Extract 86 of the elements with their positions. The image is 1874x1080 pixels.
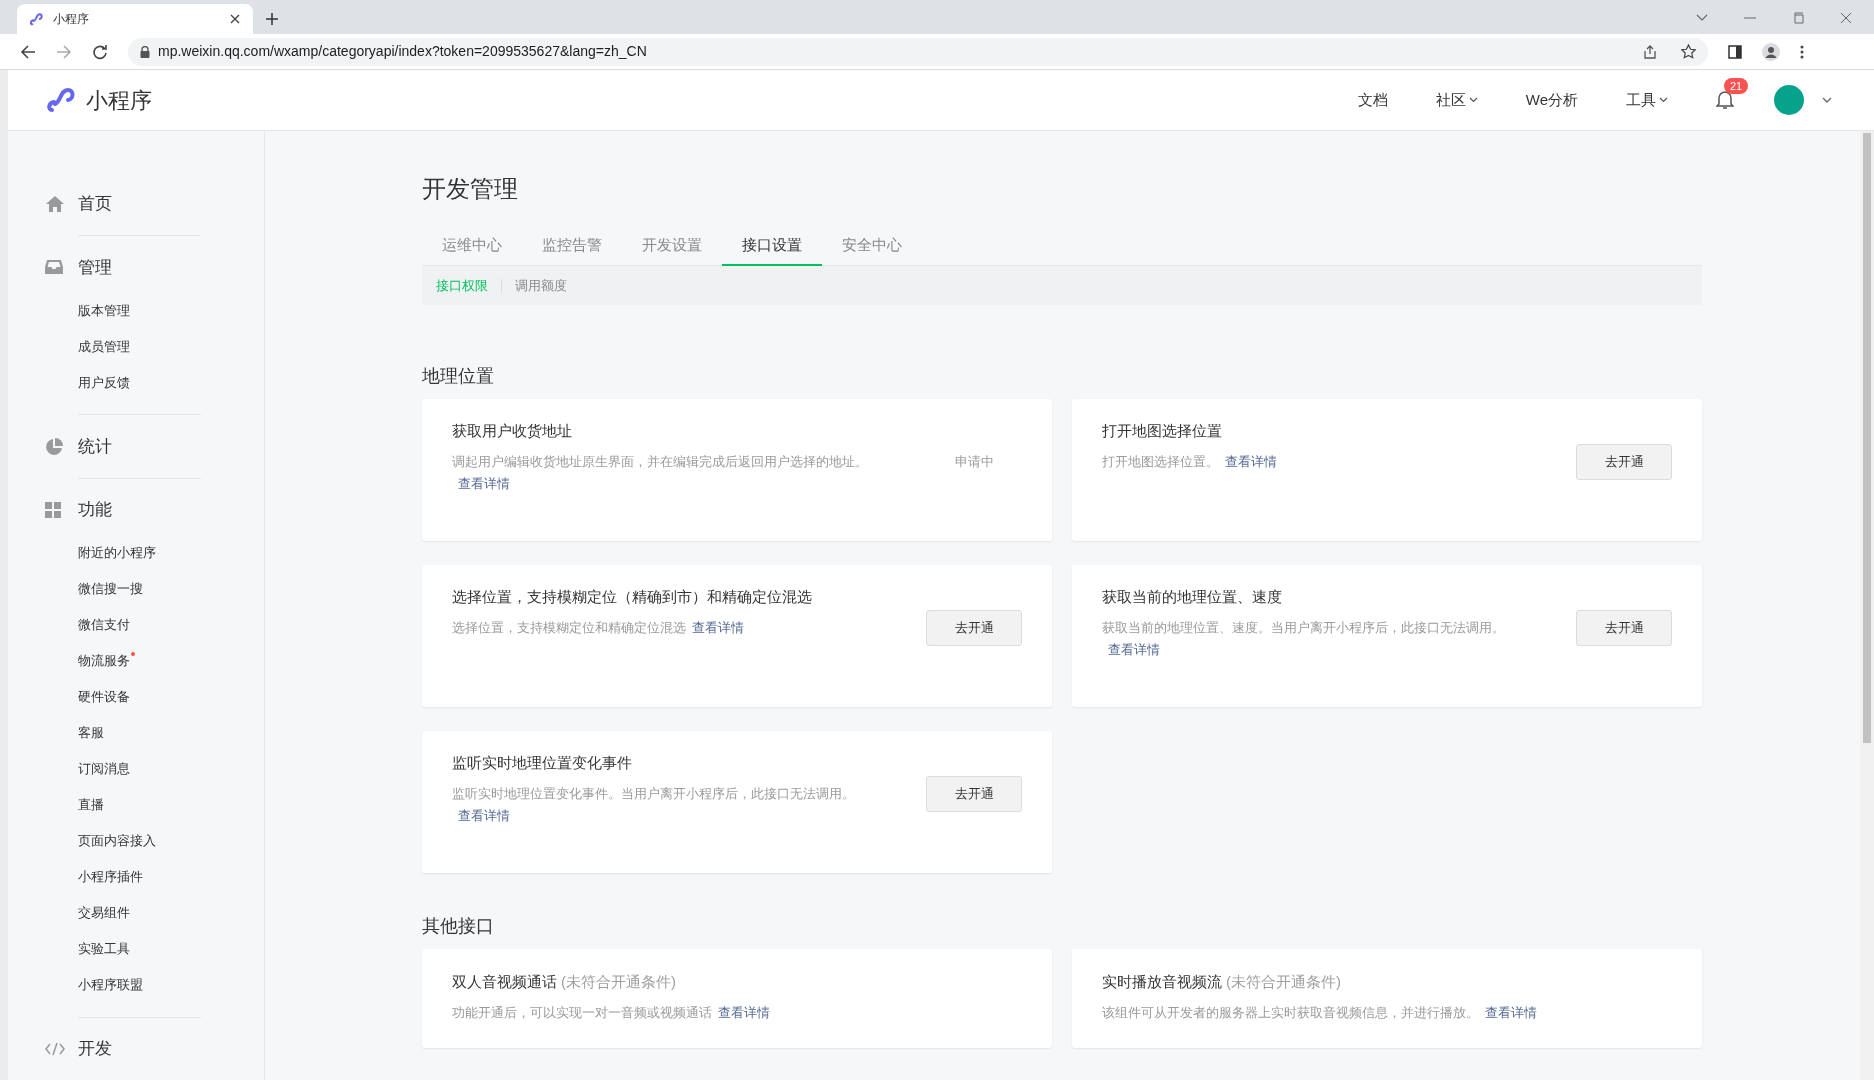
sidebar-section[interactable]: 首页 — [45, 190, 264, 219]
close-icon[interactable] — [1840, 12, 1852, 24]
star-icon[interactable] — [1681, 44, 1696, 59]
grid-icon — [45, 501, 61, 518]
code-icon — [45, 1041, 65, 1056]
details-link[interactable]: 查看详情 — [1108, 641, 1160, 657]
sidebar-item[interactable]: 实验工具 — [78, 933, 130, 964]
reload-icon[interactable] — [92, 43, 108, 60]
details-link[interactable]: 查看详情 — [1485, 1004, 1537, 1020]
activate-button[interactable]: 去开通 — [926, 776, 1022, 812]
browser-tab[interactable]: 小程序 — [17, 4, 253, 34]
chevron-icon — [1468, 97, 1478, 103]
sidebar-item[interactable]: 版本管理 — [78, 295, 130, 326]
sidebar-icon[interactable] — [1728, 44, 1742, 59]
card-description: 获取当前的地理位置、速度。当用户离开小程序后，此接口无法调用。 查看详情 — [1102, 618, 1506, 659]
home-icon — [45, 195, 65, 214]
sidebar-section[interactable]: 功能 — [45, 495, 264, 524]
nav-link[interactable]: 社区 — [1435, 88, 1478, 112]
restore-icon[interactable] — [1792, 12, 1804, 24]
profile-icon[interactable] — [1762, 42, 1780, 61]
card-title: 双人音视频通话 — [452, 972, 557, 992]
url-text: mp.weixin.qq.com/wxamp/categoryapi/index?token=2099535627&lang=zh_CN — [158, 42, 648, 61]
page-title: 开发管理 — [422, 174, 519, 204]
sidebar-item[interactable]: 硬件设备 — [78, 681, 130, 712]
sidebar-item[interactable]: 附近的小程序 — [78, 537, 156, 568]
card-title: 获取用户收货地址 — [452, 421, 572, 441]
lock-icon — [140, 45, 150, 58]
card-description: 监听实时地理位置变化事件。当用户离开小程序后，此接口无法调用。 查看详情 — [452, 784, 856, 825]
details-link[interactable]: 查看详情 — [718, 1004, 770, 1020]
bell-icon[interactable] — [1716, 90, 1734, 110]
inbox-icon — [45, 259, 63, 276]
sidebar-item[interactable]: 小程序插件 — [78, 861, 143, 892]
card-description: 调起用户编辑收货地址原生界面，并在编辑完成后返回用户选择的地址。 查看详情 — [452, 452, 869, 493]
section-title: 其他接口 — [422, 915, 495, 938]
menu-icon[interactable] — [1800, 44, 1804, 59]
card-title: 获取当前的地理位置、速度 — [1102, 587, 1282, 607]
notification-badge: 21 — [1724, 78, 1749, 94]
details-link[interactable]: 查看详情 — [458, 475, 510, 491]
sidebar-item[interactable]: 成员管理 — [78, 331, 130, 362]
new-tab-icon[interactable] — [265, 12, 279, 26]
logo-text: 小程序 — [86, 86, 152, 115]
scrollbar[interactable] — [1860, 131, 1874, 1080]
card-title: 监听实时地理位置变化事件 — [452, 753, 632, 773]
sidebar-item[interactable]: 小程序联盟 — [78, 969, 143, 1000]
status-text: 申请中 — [954, 453, 994, 471]
details-link[interactable]: 查看详情 — [1225, 453, 1277, 469]
close-icon[interactable] — [229, 13, 241, 25]
logo-icon — [29, 11, 45, 27]
card-title: 实时播放音视频流 — [1102, 972, 1222, 992]
card-description: 选择位置，支持模糊定位和精确定位混选 查看详情 — [452, 618, 745, 637]
sidebar-section[interactable]: 统计 — [45, 432, 264, 461]
details-link[interactable]: 查看详情 — [692, 619, 744, 635]
share-icon[interactable] — [1643, 44, 1657, 59]
details-link[interactable]: 查看详情 — [458, 807, 510, 823]
condition-note: (未符合开通条件) — [1226, 972, 1341, 992]
card-description: 打开地图选择位置。 查看详情 — [1102, 452, 1278, 471]
sidebar-section[interactable]: 管理 — [45, 253, 264, 282]
sidebar-item[interactable]: 微信支付 — [78, 609, 130, 640]
activate-button[interactable]: 去开通 — [1576, 610, 1672, 646]
sidebar-item[interactable]: 客服 — [78, 717, 104, 748]
tab-title: 小程序 — [53, 11, 90, 27]
address-bar[interactable]: mp.weixin.qq.com/wxamp/categoryapi/index?token=2099535627&lang=zh_CN — [128, 37, 1708, 66]
chevron-icon[interactable] — [1696, 14, 1708, 22]
sidebar-item[interactable]: 页面内容接入 — [78, 825, 156, 856]
activate-button[interactable]: 去开通 — [926, 610, 1022, 646]
nav-link[interactable]: 文档 — [1357, 88, 1388, 112]
section-title: 地理位置 — [422, 365, 495, 388]
card-description: 该组件可从开发者的服务器上实时获取音视频信息，并进行播放。 查看详情 — [1102, 1003, 1538, 1022]
sidebar-item[interactable]: 物流服务 — [78, 645, 130, 676]
nav-link[interactable]: We分析 — [1525, 88, 1578, 112]
sidebar-item[interactable]: 交易组件 — [78, 897, 130, 928]
activate-button[interactable]: 去开通 — [1576, 444, 1672, 480]
avatar[interactable] — [1774, 85, 1804, 115]
nav-link[interactable]: 工具 — [1626, 88, 1668, 112]
sidebar-item[interactable]: 用户反馈 — [78, 367, 130, 398]
sidebar-item[interactable]: 订阅消息 — [78, 753, 130, 784]
chevron-icon[interactable] — [1822, 97, 1832, 103]
card-title: 打开地图选择位置 — [1102, 421, 1222, 441]
pie-chart-icon — [45, 437, 63, 456]
back-icon[interactable] — [20, 43, 36, 60]
sidebar-item[interactable]: 直播 — [78, 789, 104, 820]
sidebar-section[interactable]: 开发 — [45, 1034, 264, 1063]
condition-note: (未符合开通条件) — [561, 972, 676, 992]
card-title: 选择位置，支持模糊定位（精确到市）和精确定位混选 — [452, 587, 812, 607]
sidebar-item[interactable]: 微信搜一搜 — [78, 573, 143, 604]
chevron-icon — [1659, 97, 1668, 103]
